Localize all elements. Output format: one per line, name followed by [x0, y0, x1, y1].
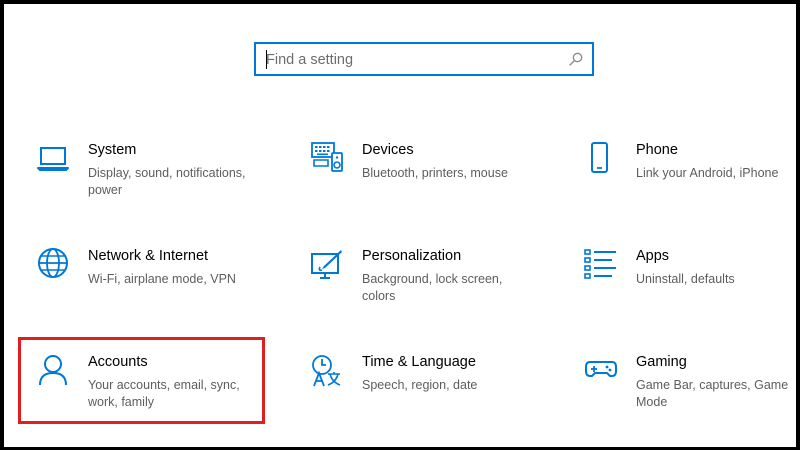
- time-language-icon: [310, 354, 344, 388]
- tile-title: System: [88, 142, 137, 158]
- tile-time-language[interactable]: Time & Language Speech, region, date: [310, 354, 550, 434]
- phone-icon: [584, 142, 618, 176]
- tile-personalization[interactable]: Personalization Background, lock screen,…: [310, 248, 550, 328]
- tile-title: Devices: [362, 142, 414, 158]
- globe-icon: [36, 248, 70, 282]
- search-box[interactable]: [254, 42, 594, 76]
- tile-title: Gaming: [636, 354, 687, 370]
- search-input[interactable]: [266, 50, 556, 70]
- tile-title: Time & Language: [362, 354, 476, 370]
- gamepad-icon: [584, 354, 618, 388]
- search-icon[interactable]: [568, 51, 584, 67]
- tile-devices[interactable]: Devices Bluetooth, printers, mouse: [310, 142, 550, 222]
- tile-apps[interactable]: Apps Uninstall, defaults: [584, 248, 800, 328]
- tile-description: Display, sound, notifications, power: [88, 166, 246, 197]
- tile-description: Game Bar, captures, Game Mode: [636, 378, 789, 409]
- tile-description: Uninstall, defaults: [636, 272, 735, 286]
- tile-network-internet[interactable]: Network & Internet Wi-Fi, airplane mode,…: [36, 248, 276, 328]
- tile-title: Personalization: [362, 248, 462, 264]
- tile-gaming[interactable]: Gaming Game Bar, captures, Game Mode: [584, 354, 800, 434]
- tile-accounts[interactable]: Accounts Your accounts, email, sync, wor…: [36, 354, 276, 434]
- settings-window: System Display, sound, notifications, po…: [0, 0, 800, 450]
- tile-title: Accounts: [88, 354, 148, 370]
- tile-description: Bluetooth, printers, mouse: [362, 166, 508, 180]
- laptop-icon: [36, 142, 70, 176]
- text-caret: [266, 50, 267, 69]
- tile-description: Background, lock screen, colors: [362, 272, 503, 303]
- tile-description: Link your Android, iPhone: [636, 166, 779, 180]
- tile-title: Apps: [636, 248, 670, 264]
- tile-title: Phone: [636, 142, 678, 158]
- apps-list-icon: [584, 248, 618, 282]
- tile-description: Your accounts, email, sync, work, family: [88, 378, 240, 409]
- tile-description: Wi-Fi, airplane mode, VPN: [88, 272, 236, 286]
- tile-title: Network & Internet: [88, 248, 209, 264]
- person-icon: [36, 354, 70, 388]
- paint-icon: [310, 248, 344, 282]
- tile-description: Speech, region, date: [362, 378, 478, 392]
- devices-icon: [310, 142, 344, 176]
- tile-phone[interactable]: Phone Link your Android, iPhone: [584, 142, 800, 222]
- tile-system[interactable]: System Display, sound, notifications, po…: [36, 142, 276, 222]
